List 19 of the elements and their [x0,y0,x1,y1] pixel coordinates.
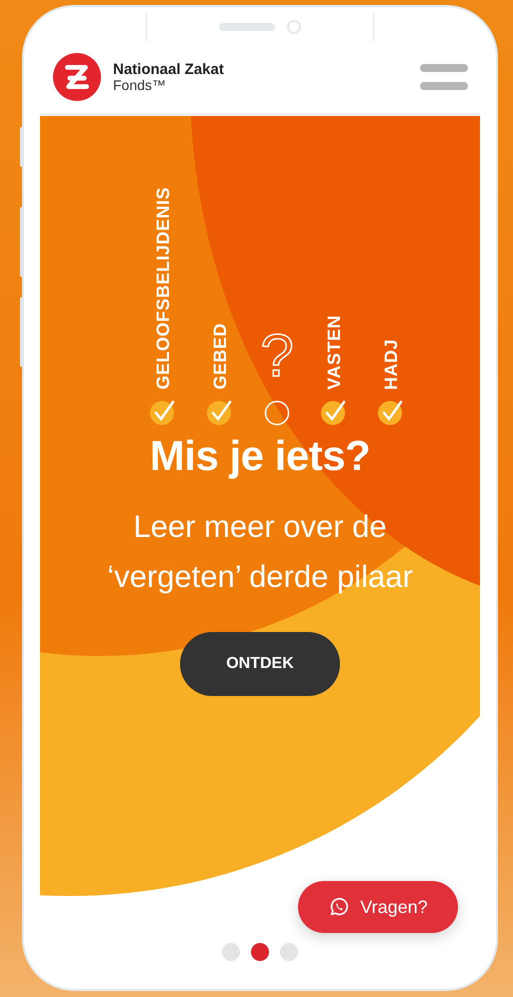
camera-icon [287,20,301,34]
chat-bubble-icon [328,896,350,918]
menu-icon[interactable] [420,62,468,92]
pillar-label: VASTEN [324,315,344,390]
brand-name: Nationaal Zakat [113,62,225,78]
hero-subtitle: Leer meer over de ‘vergeten’ derde pilaar [106,508,414,596]
pillar-label: GELOOFSBELIJDENIS [152,187,174,390]
logo-icon[interactable] [53,53,101,101]
pillar-label: HADJ [380,338,402,390]
pager-dot[interactable] [251,943,269,961]
question-mark: ? [260,326,294,386]
pager-dot[interactable] [280,943,298,961]
hero-title: Mis je iets? [150,432,370,480]
brand-subtitle: Fonds™ [113,78,167,92]
chat-button[interactable]: Vragen? [298,881,458,933]
speaker-grille [219,23,275,31]
pager-dot[interactable] [222,943,240,961]
pillar-label: GEBED [210,323,230,390]
discover-button[interactable]: ONTDEK [180,632,340,696]
